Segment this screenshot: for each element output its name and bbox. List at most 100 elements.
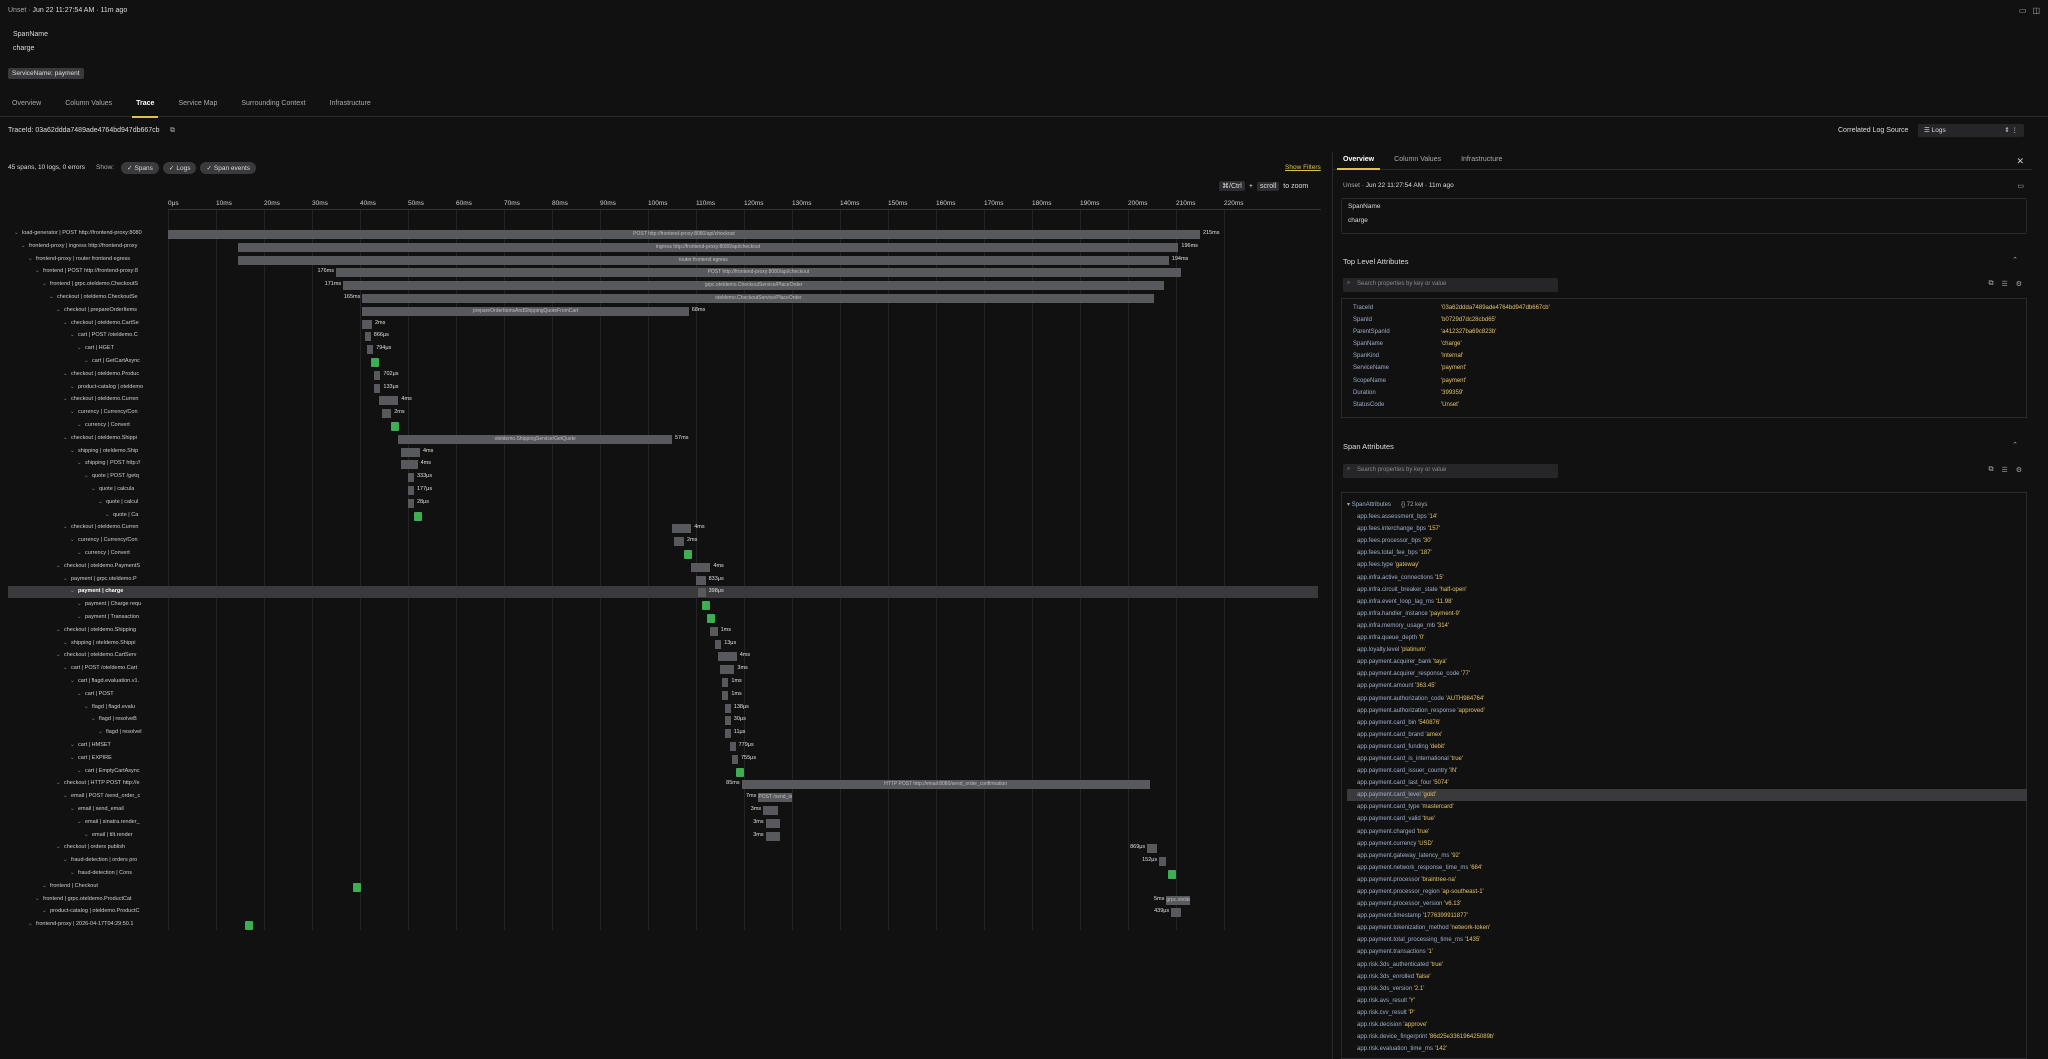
span-row[interactable]: ⌄ checkout | oteldemo.Shipping 1ms bbox=[8, 625, 1318, 637]
span-row[interactable]: ⌄ currency | Convert bbox=[8, 548, 1318, 560]
span-bar[interactable] bbox=[674, 537, 684, 547]
span-row[interactable]: ⌄ shipping | oteldemo.Shippi 13μs bbox=[8, 638, 1318, 650]
span-attr-row[interactable]: app.fees.interchange_bps '157' bbox=[1347, 523, 2027, 535]
span-tree-toggle[interactable]: ⌄ bbox=[63, 320, 68, 326]
span-tree-toggle[interactable]: ⌄ bbox=[21, 243, 26, 249]
span-event-marker[interactable] bbox=[706, 614, 715, 623]
span-row[interactable]: ⌄ frontend-proxy | 2026-04-17T04:29:50.1 bbox=[8, 919, 1318, 931]
span-bar[interactable] bbox=[691, 562, 711, 572]
span-row[interactable]: ⌄ checkout | oteldemo.CartSe 2ms bbox=[8, 318, 1318, 330]
span-bar[interactable] bbox=[715, 639, 722, 649]
span-bar[interactable]: router frontend egress bbox=[237, 255, 1169, 265]
span-row[interactable]: ⌄ checkout | oteldemo.CartServ 4ms bbox=[8, 650, 1318, 662]
list-icon[interactable]: ☰ bbox=[2001, 280, 2007, 288]
span-row[interactable]: ⌄email | POST /send_order_c POST /send_or… bbox=[8, 791, 1318, 803]
settings-icon[interactable]: ⚙ bbox=[2016, 466, 2022, 474]
span-tree-toggle[interactable]: ⌄ bbox=[70, 537, 75, 543]
span-tree-toggle[interactable]: ⌄ bbox=[63, 640, 68, 646]
span-bar[interactable] bbox=[732, 754, 738, 764]
span-bar[interactable] bbox=[724, 716, 731, 726]
span-attr-search[interactable]: Search properties by key or value bbox=[1343, 464, 1558, 478]
span-attr-row[interactable]: app.fees.total_fee_bps '187' bbox=[1347, 547, 2027, 559]
span-bar[interactable] bbox=[381, 409, 392, 419]
span-row[interactable]: ⌄ checkout | HTTP POST http://e HTTP POST … bbox=[8, 778, 1318, 790]
span-row[interactable]: ⌄ checkout | orders publish 869μs bbox=[8, 842, 1318, 854]
span-attr-row[interactable]: app.payment.amount '363.45' bbox=[1347, 680, 2027, 692]
span-event-marker[interactable] bbox=[391, 422, 400, 431]
span-attr-row[interactable]: app.payment.tokenization_method 'network… bbox=[1347, 922, 2027, 934]
span-tree-toggle[interactable]: ⌄ bbox=[77, 691, 82, 697]
span-bar[interactable] bbox=[364, 332, 371, 342]
span-tree-toggle[interactable]: ⌄ bbox=[84, 832, 89, 838]
span-tree-toggle[interactable]: ⌄ bbox=[63, 793, 68, 799]
span-attr-row[interactable]: app.infra.active_connections '15' bbox=[1347, 572, 2027, 584]
span-attr-row[interactable]: app.payment.total_processing_time_ms '14… bbox=[1347, 934, 2027, 946]
span-row[interactable]: ⌄ quote | calcula 177μs bbox=[8, 484, 1318, 496]
span-attr-row[interactable]: app.infra.memory_usage_mb '314' bbox=[1347, 620, 2027, 632]
span-bar[interactable] bbox=[698, 588, 706, 598]
filter-chip-span-events[interactable]: ✓ Span events bbox=[200, 162, 257, 174]
span-tree-toggle[interactable]: ⌄ bbox=[70, 588, 75, 594]
span-row[interactable]: ⌄ frontend-proxy | ingress http://fronten… bbox=[8, 241, 1318, 253]
span-row[interactable]: ⌄ email | send_email 3ms bbox=[8, 804, 1318, 816]
span-row[interactable]: ⌄ load-generator | POST http://frontend-p… bbox=[8, 228, 1318, 240]
span-bar[interactable] bbox=[710, 626, 718, 636]
span-row[interactable]: ⌄ product-catalog | oteldemo 133μs bbox=[8, 382, 1318, 394]
copy-icon[interactable]: ⧉ bbox=[170, 127, 175, 135]
span-event-marker[interactable] bbox=[413, 511, 422, 521]
span-tree-toggle[interactable]: ⌄ bbox=[98, 499, 103, 505]
span-tree-toggle[interactable]: ⌄ bbox=[42, 281, 47, 287]
span-row[interactable]: ⌄ checkout | oteldemo.Curren 4ms bbox=[8, 522, 1318, 534]
span-bar[interactable] bbox=[400, 447, 420, 457]
span-attr-row[interactable]: app.payment.timestamp '1776399911877' bbox=[1347, 910, 2027, 922]
span-bar[interactable] bbox=[763, 806, 778, 815]
span-tree-toggle[interactable]: ⌄ bbox=[28, 256, 33, 262]
span-bar[interactable]: grpc.oteldemo.ProductCatalog bbox=[1166, 895, 1191, 905]
tab-service-map[interactable]: Service Map bbox=[166, 96, 229, 117]
span-tree-toggle[interactable]: ⌄ bbox=[63, 524, 68, 530]
span-attr-row[interactable]: app.payment.card_bin '540876' bbox=[1347, 717, 2027, 729]
span-row[interactable]: ⌄ checkout | oteldemo.CheckoutSe oteldemo.… bbox=[8, 292, 1318, 304]
panel-tab-infrastructure[interactable]: Infrastructure bbox=[1451, 152, 1512, 169]
span-row[interactable]: ⌄ frontend | grpc.oteldemo.CheckoutS grpc.… bbox=[8, 279, 1318, 291]
span-tree-toggle[interactable]: ⌄ bbox=[63, 435, 68, 441]
span-tree-toggle[interactable]: ⌄ bbox=[63, 396, 68, 402]
span-attr-row[interactable]: app.infra.event_loop_lag_ms '11.98' bbox=[1347, 596, 2027, 608]
span-tree-toggle[interactable]: ⌄ bbox=[70, 448, 75, 454]
span-row[interactable]: ⌄ email | tilt.render 3ms bbox=[8, 830, 1318, 842]
span-row[interactable]: ⌄ fraud-detection | orders pro 152μs bbox=[8, 855, 1318, 867]
span-attr-row[interactable]: app.payment.network_response_time_ms '68… bbox=[1347, 862, 2027, 874]
span-tree-toggle[interactable]: ⌄ bbox=[98, 729, 103, 735]
span-bar[interactable] bbox=[379, 396, 399, 406]
span-bar[interactable] bbox=[408, 498, 414, 508]
expand-icon[interactable]: ▭ bbox=[2019, 6, 2027, 15]
span-tree-toggle[interactable]: ⌄ bbox=[70, 678, 75, 684]
tab-overview[interactable]: Overview bbox=[0, 96, 53, 117]
span-bar[interactable] bbox=[362, 319, 372, 329]
span-attr-row[interactable]: app.loyalty.level 'platinum' bbox=[1347, 644, 2027, 656]
close-icon[interactable]: ✕ bbox=[2016, 156, 2024, 167]
span-tree-toggle[interactable]: ⌄ bbox=[70, 332, 75, 338]
span-row[interactable]: ⌄ cart | flagd.evaluation.v1. 1ms bbox=[8, 676, 1318, 688]
span-attr-row[interactable]: app.risk.3ds_enrolled 'false' bbox=[1347, 971, 2027, 983]
span-event-marker[interactable] bbox=[244, 921, 253, 931]
span-bar[interactable]: oteldemo.ShippingService/GetQuote bbox=[398, 434, 672, 444]
span-tree-toggle[interactable]: ⌄ bbox=[77, 460, 82, 466]
span-row[interactable]: ⌄ checkout | oteldemo.Produc 702μs bbox=[8, 369, 1318, 381]
span-bar[interactable] bbox=[724, 703, 731, 713]
span-attr-row[interactable]: app.payment.gateway_latency_ms '92' bbox=[1347, 850, 2027, 862]
list-icon[interactable]: ☰ bbox=[2001, 466, 2007, 474]
span-attr-row[interactable]: app.infra.handler_instance 'payment-9' bbox=[1347, 608, 2027, 620]
span-tree-toggle[interactable]: ⌄ bbox=[56, 652, 61, 658]
span-row[interactable]: ⌄ checkout | oteldemo.Shippi oteldemo.Ship… bbox=[8, 433, 1318, 445]
span-row[interactable]: ⌄ payment | grpc.oteldemo.P 833μs bbox=[8, 574, 1318, 586]
span-row[interactable]: ⌄ cart | EXPIRE 755μs bbox=[8, 753, 1318, 765]
span-row[interactable]: ⌄ frontend | Checkout bbox=[8, 881, 1318, 893]
span-row[interactable]: ⌄ flagd | flagd.evalu 138μs bbox=[8, 702, 1318, 714]
span-row[interactable]: ⌄ payment | charge 398μs bbox=[8, 586, 1318, 599]
span-bar[interactable] bbox=[717, 652, 737, 662]
span-bar[interactable] bbox=[1171, 908, 1181, 918]
span-attr-row[interactable]: app.payment.acquirer_response_code '77' bbox=[1347, 668, 2027, 680]
span-attr-row[interactable]: app.payment.processor_version 'v6.13' bbox=[1347, 898, 2027, 910]
span-attr-row[interactable]: app.payment.card_brand 'amex' bbox=[1347, 729, 2027, 741]
